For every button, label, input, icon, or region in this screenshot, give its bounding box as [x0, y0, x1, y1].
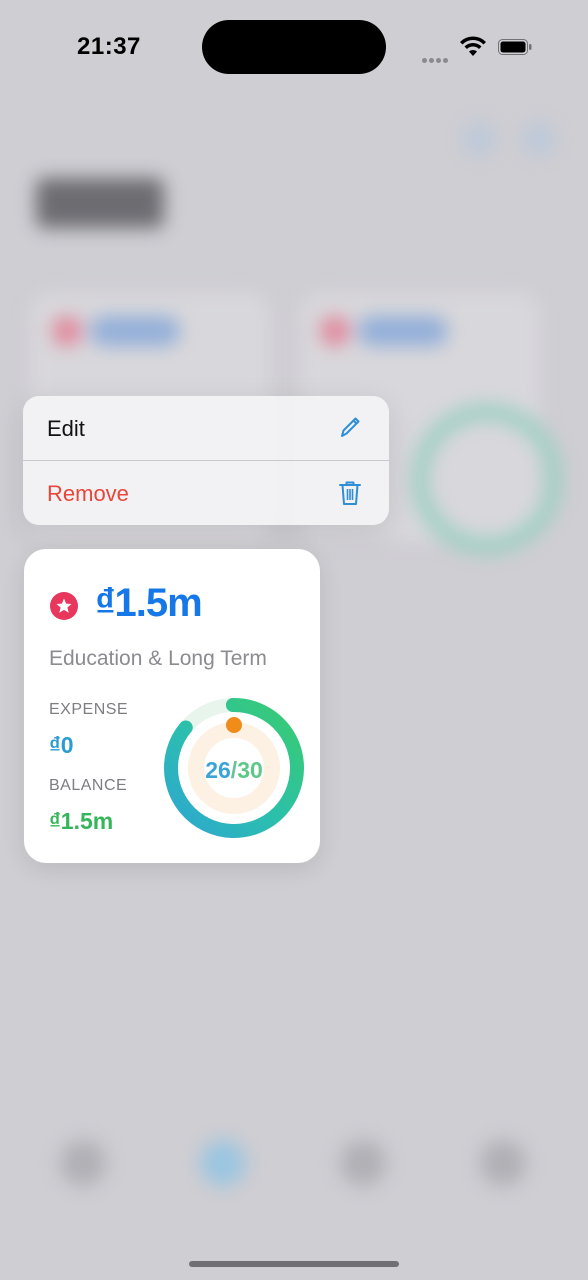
goal-card[interactable]: ₫1.5m Education & Long Term EXPENSE ₫0 B…: [24, 549, 320, 863]
balance-value: ₫1.5m: [49, 808, 114, 834]
blurred-page-title: [36, 178, 164, 228]
days-total: 30: [237, 757, 263, 783]
blurred-tab-icon: [200, 1140, 246, 1186]
wifi-icon: [460, 36, 486, 56]
goal-amount: ₫1.5m: [95, 581, 203, 625]
battery-icon: [498, 39, 532, 55]
expense-value: ₫0: [49, 732, 74, 758]
trash-icon: [339, 481, 361, 505]
status-bar: 21:37: [0, 0, 588, 90]
cellular-icon: [422, 50, 450, 68]
blurred-tab-icon: [480, 1140, 526, 1186]
balance-label: BALANCE: [49, 777, 128, 794]
remove-label: Remove: [47, 481, 129, 506]
blurred-tab-icon: [340, 1140, 386, 1186]
blurred-progress-ring: [412, 404, 562, 554]
edit-menu-item[interactable]: Edit: [23, 396, 389, 460]
status-time: 21:37: [77, 33, 141, 60]
goal-name: Education & Long Term: [49, 647, 267, 670]
blurred-badge: [320, 316, 350, 346]
blurred-badge: [52, 316, 82, 346]
blurred-amount: [358, 316, 448, 346]
blurred-header-button: [522, 122, 556, 156]
star-badge-icon: [50, 592, 78, 620]
home-indicator[interactable]: [189, 1261, 399, 1267]
dynamic-island: [202, 20, 386, 74]
edit-label: Edit: [47, 416, 85, 441]
blurred-header-button: [462, 122, 496, 156]
expense-label: EXPENSE: [49, 701, 129, 718]
remove-menu-item[interactable]: Remove: [23, 461, 389, 525]
blurred-amount: [90, 316, 180, 346]
ring-progress-dot: [226, 717, 242, 733]
blurred-tab-icon: [60, 1140, 106, 1186]
days-counter: 26/30: [161, 757, 307, 784]
pencil-icon: [341, 417, 360, 437]
days-current: 26: [205, 757, 231, 783]
context-menu: Edit Remove: [23, 396, 389, 525]
